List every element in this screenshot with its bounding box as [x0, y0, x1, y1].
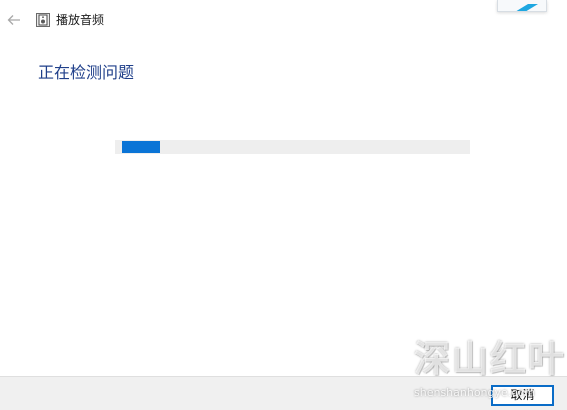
corner-badge — [497, 0, 547, 12]
speaker-app-icon — [36, 13, 50, 27]
badge-graphic — [516, 4, 538, 11]
cancel-button[interactable]: 取消 — [491, 385, 554, 406]
progress-bar-fill — [122, 141, 160, 153]
page-heading: 正在检测问题 — [38, 63, 135, 82]
footer-bar: 取消 — [0, 376, 567, 410]
back-arrow-icon — [7, 15, 20, 25]
title-bar: 播放音频 — [0, 0, 567, 38]
back-button[interactable] — [4, 10, 24, 30]
progress-bar — [115, 140, 470, 154]
window-title: 播放音频 — [56, 13, 105, 27]
